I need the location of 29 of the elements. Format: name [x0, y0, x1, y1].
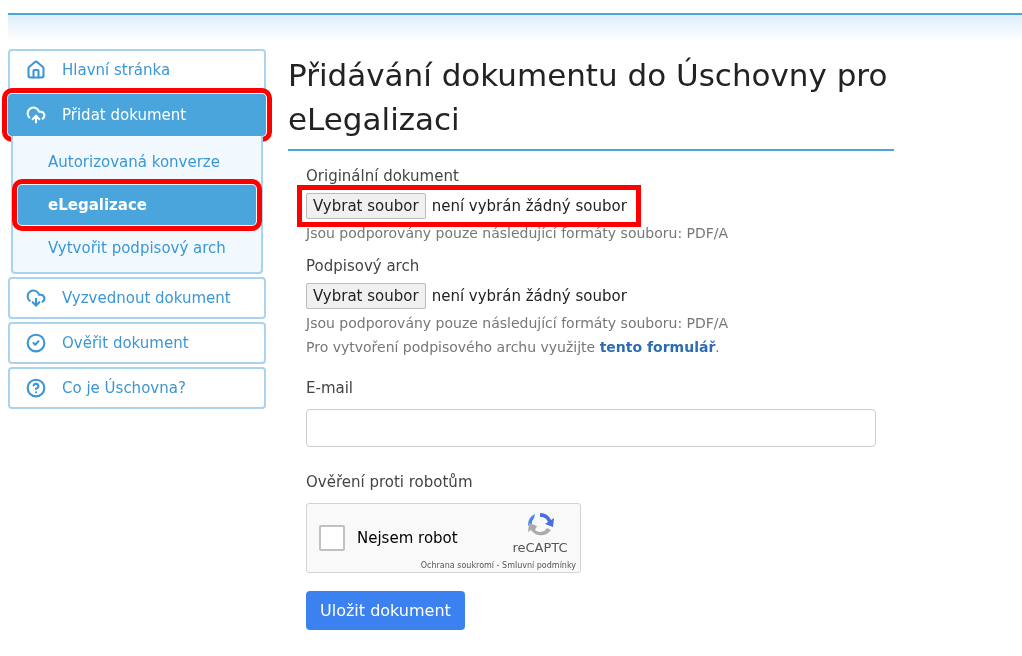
cloud-upload-icon: [26, 105, 46, 125]
help-text: Pro vytvoření podpisového archu využijte tento formulář.: [306, 339, 721, 355]
choose-file-button[interactable]: Vybrat soubor: [306, 193, 426, 219]
page-title: Přidávání dokumentu do Úschovny pro eLegalizaci: [288, 49, 894, 151]
help-icon: [26, 378, 46, 398]
check-circle-icon: [26, 333, 46, 353]
submenu-item[interactable]: Vytvořit podpisový arch: [18, 228, 256, 268]
sidebar-item[interactable]: Co je Úschovna?: [8, 367, 266, 409]
sidebar-item[interactable]: Hlavní stránka: [8, 49, 266, 91]
submenu-item[interactable]: Autorizovaná konverze: [18, 142, 256, 182]
home-icon: [26, 60, 46, 80]
format-hint: Jsou podporovány pouze následující formáty souboru: PDF/A: [306, 315, 730, 331]
sidebar-item[interactable]: Ověřit dokument: [8, 322, 266, 364]
file-status: není vybrán žádný soubor: [431, 287, 627, 305]
captcha-brand: reCAPTC: [512, 539, 568, 555]
form-link[interactable]: tento formulář: [599, 339, 716, 355]
captcha-label: Nejsem robot: [357, 529, 459, 547]
cloud-download-icon: [26, 288, 46, 308]
field-label: Originální dokument: [306, 167, 460, 185]
field-label: Podpisový arch: [306, 257, 421, 275]
format-hint: Jsou podporovány pouze následující formáty souboru: PDF/A: [306, 225, 730, 241]
field-label: E-mail: [306, 379, 355, 397]
sidebar-item[interactable]: Vyzvednout dokument: [8, 277, 266, 319]
file-status: není vybrán žádný soubor: [431, 197, 627, 215]
captcha-footer: Ochrana soukromí - Smluvní podmínky: [420, 561, 576, 570]
captcha-checkbox[interactable]: [319, 525, 345, 551]
save-button[interactable]: Uložit dokument: [306, 591, 465, 630]
choose-file-button[interactable]: Vybrat soubor: [306, 283, 426, 309]
field-label: Ověření proti robotům: [306, 473, 474, 491]
